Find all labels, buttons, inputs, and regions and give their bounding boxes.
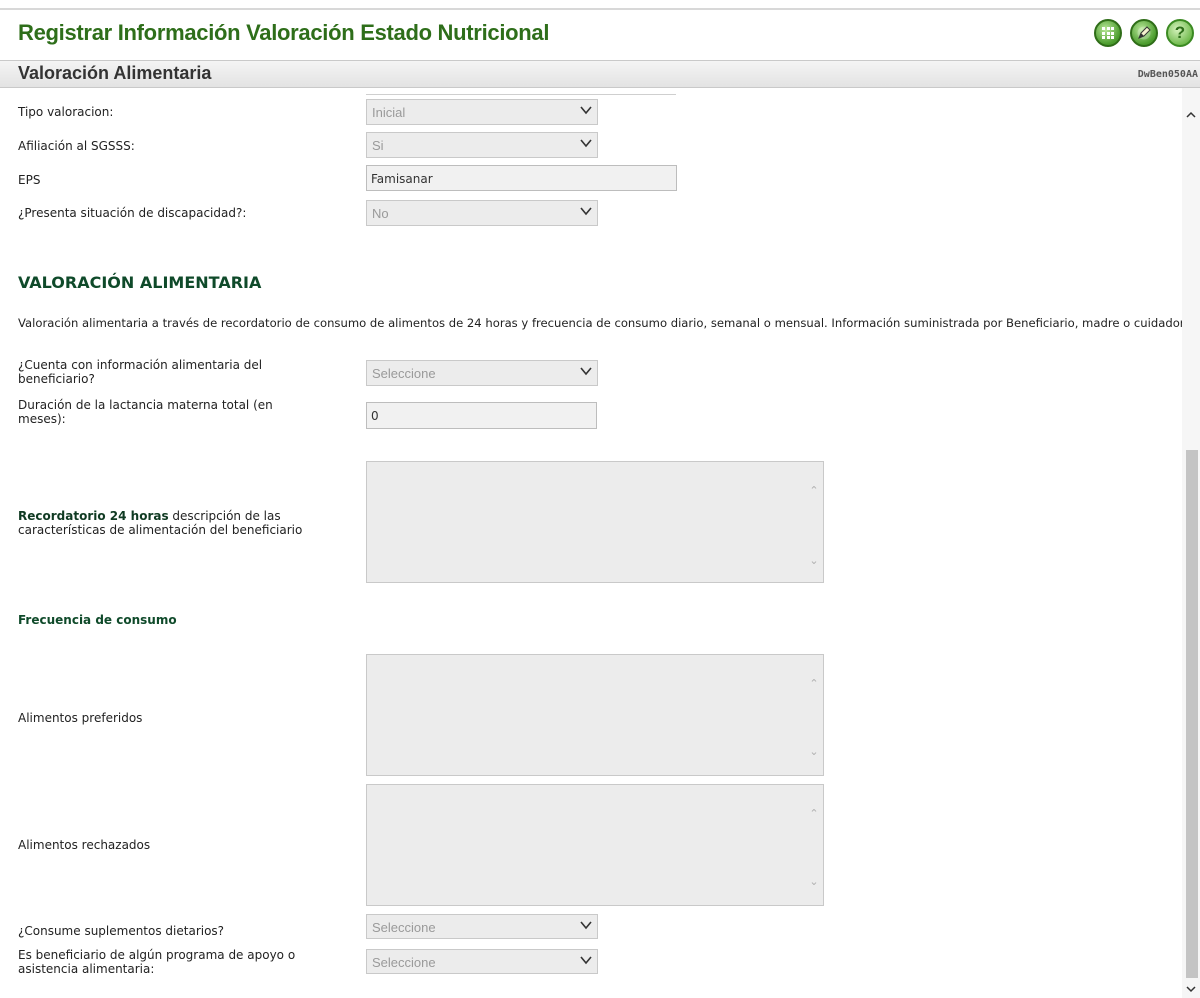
afiliacion-value: Si <box>372 138 384 153</box>
programa-select[interactable]: Seleccione <box>366 949 598 974</box>
rechazados-textarea[interactable]: ⌃ ⌄ <box>366 784 824 906</box>
valoracion-heading: VALORACIÓN ALIMENTARIA <box>18 273 262 292</box>
suplementos-value: Seleccione <box>372 920 436 935</box>
help-icon[interactable]: ? <box>1166 19 1194 47</box>
rechazados-label: Alimentos rechazados <box>18 838 151 852</box>
scroll-up-icon[interactable] <box>1182 106 1200 124</box>
top-divider <box>0 8 1200 10</box>
chevron-down-icon <box>580 956 592 965</box>
scroll-down-icon[interactable] <box>1182 980 1200 998</box>
scroll-down-icon[interactable]: ⌄ <box>807 554 821 568</box>
preferidos-label: Alimentos preferidos <box>18 711 143 725</box>
discapacidad-label: ¿Presenta situación de discapacidad?: <box>18 206 247 220</box>
programa-label-line1: Es beneficiario de algún programa de apo… <box>18 948 296 962</box>
valoracion-description: Valoración alimentaria a través de recor… <box>18 316 1188 330</box>
scroll-thumb[interactable] <box>1186 450 1198 978</box>
scroll-up-icon[interactable]: ⌃ <box>807 484 821 498</box>
programa-label-line2: asistencia alimentaria: <box>18 962 155 976</box>
programa-value: Seleccione <box>372 955 436 970</box>
info-alimentaria-label: ¿Cuenta con información alimentaria del … <box>18 358 262 386</box>
recordatorio-label-line2: características de alimentación del bene… <box>18 523 303 537</box>
suplementos-select[interactable]: Seleccione <box>366 914 598 939</box>
tipo-valoracion-select[interactable]: Inicial <box>366 99 598 125</box>
eps-input[interactable]: Famisanar <box>366 165 677 191</box>
section-header: Valoración Alimentaria DwBen050AA <box>0 60 1200 88</box>
lactancia-label: Duración de la lactancia materna total (… <box>18 398 273 426</box>
lactancia-input[interactable]: 0 <box>366 402 597 429</box>
recordatorio-label-rest: descripción de las <box>168 509 281 523</box>
scroll-down-icon[interactable]: ⌄ <box>807 875 821 889</box>
afiliacion-select[interactable]: Si <box>366 132 598 158</box>
chevron-down-icon <box>580 106 592 115</box>
recordatorio-textarea[interactable]: ⌃ ⌄ <box>366 461 824 583</box>
info-alimentaria-select[interactable]: Seleccione <box>366 360 598 386</box>
chevron-down-icon <box>580 207 592 216</box>
preferidos-textarea[interactable]: ⌃ ⌄ <box>366 654 824 776</box>
tipo-valoracion-value: Inicial <box>372 105 406 120</box>
frecuencia-heading: Frecuencia de consumo <box>18 613 177 627</box>
lactancia-label-line2: meses): <box>18 412 66 426</box>
page: Registrar Información Valoración Estado … <box>0 0 1200 998</box>
discapacidad-value: No <box>372 206 389 221</box>
recordatorio-label-bold: Recordatorio 24 horas <box>18 509 169 523</box>
header-actions: ? <box>1094 19 1194 47</box>
info-alimentaria-label-line1: ¿Cuenta con información alimentaria del <box>18 358 263 372</box>
programa-label: Es beneficiario de algún programa de apo… <box>18 948 295 976</box>
lactancia-label-line1: Duración de la lactancia materna total (… <box>18 398 273 412</box>
afiliacion-label: Afiliación al SGSSS: <box>18 139 135 153</box>
scroll-up-icon[interactable]: ⌃ <box>807 677 821 691</box>
page-title: Registrar Información Valoración Estado … <box>18 20 550 45</box>
page-scrollbar[interactable] <box>1182 88 1200 998</box>
discapacidad-select[interactable]: No <box>366 200 598 226</box>
calculator-icon[interactable] <box>1094 19 1122 47</box>
suplementos-label: ¿Consume suplementos dietarios? <box>18 924 225 938</box>
scroll-up-icon[interactable]: ⌃ <box>807 807 821 821</box>
header-bar: Registrar Información Valoración Estado … <box>0 0 1200 60</box>
info-alimentaria-value: Seleccione <box>372 366 436 381</box>
section-title: Valoración Alimentaria <box>18 63 212 83</box>
form-code: DwBen050AA <box>1137 69 1198 80</box>
cropped-field-edge <box>366 90 676 95</box>
edit-icon[interactable] <box>1130 19 1158 47</box>
scroll-down-icon[interactable]: ⌄ <box>807 745 821 759</box>
chevron-down-icon <box>580 921 592 930</box>
info-alimentaria-label-line2: beneficiario? <box>18 372 95 386</box>
tipo-valoracion-label: Tipo valoracion: <box>18 105 114 119</box>
recordatorio-label-line1: Recordatorio 24 horas descripción de las <box>18 509 302 523</box>
chevron-down-icon <box>580 139 592 148</box>
chevron-down-icon <box>580 367 592 376</box>
recordatorio-label: Recordatorio 24 horas descripción de las… <box>18 509 302 537</box>
eps-label: EPS <box>18 173 41 187</box>
